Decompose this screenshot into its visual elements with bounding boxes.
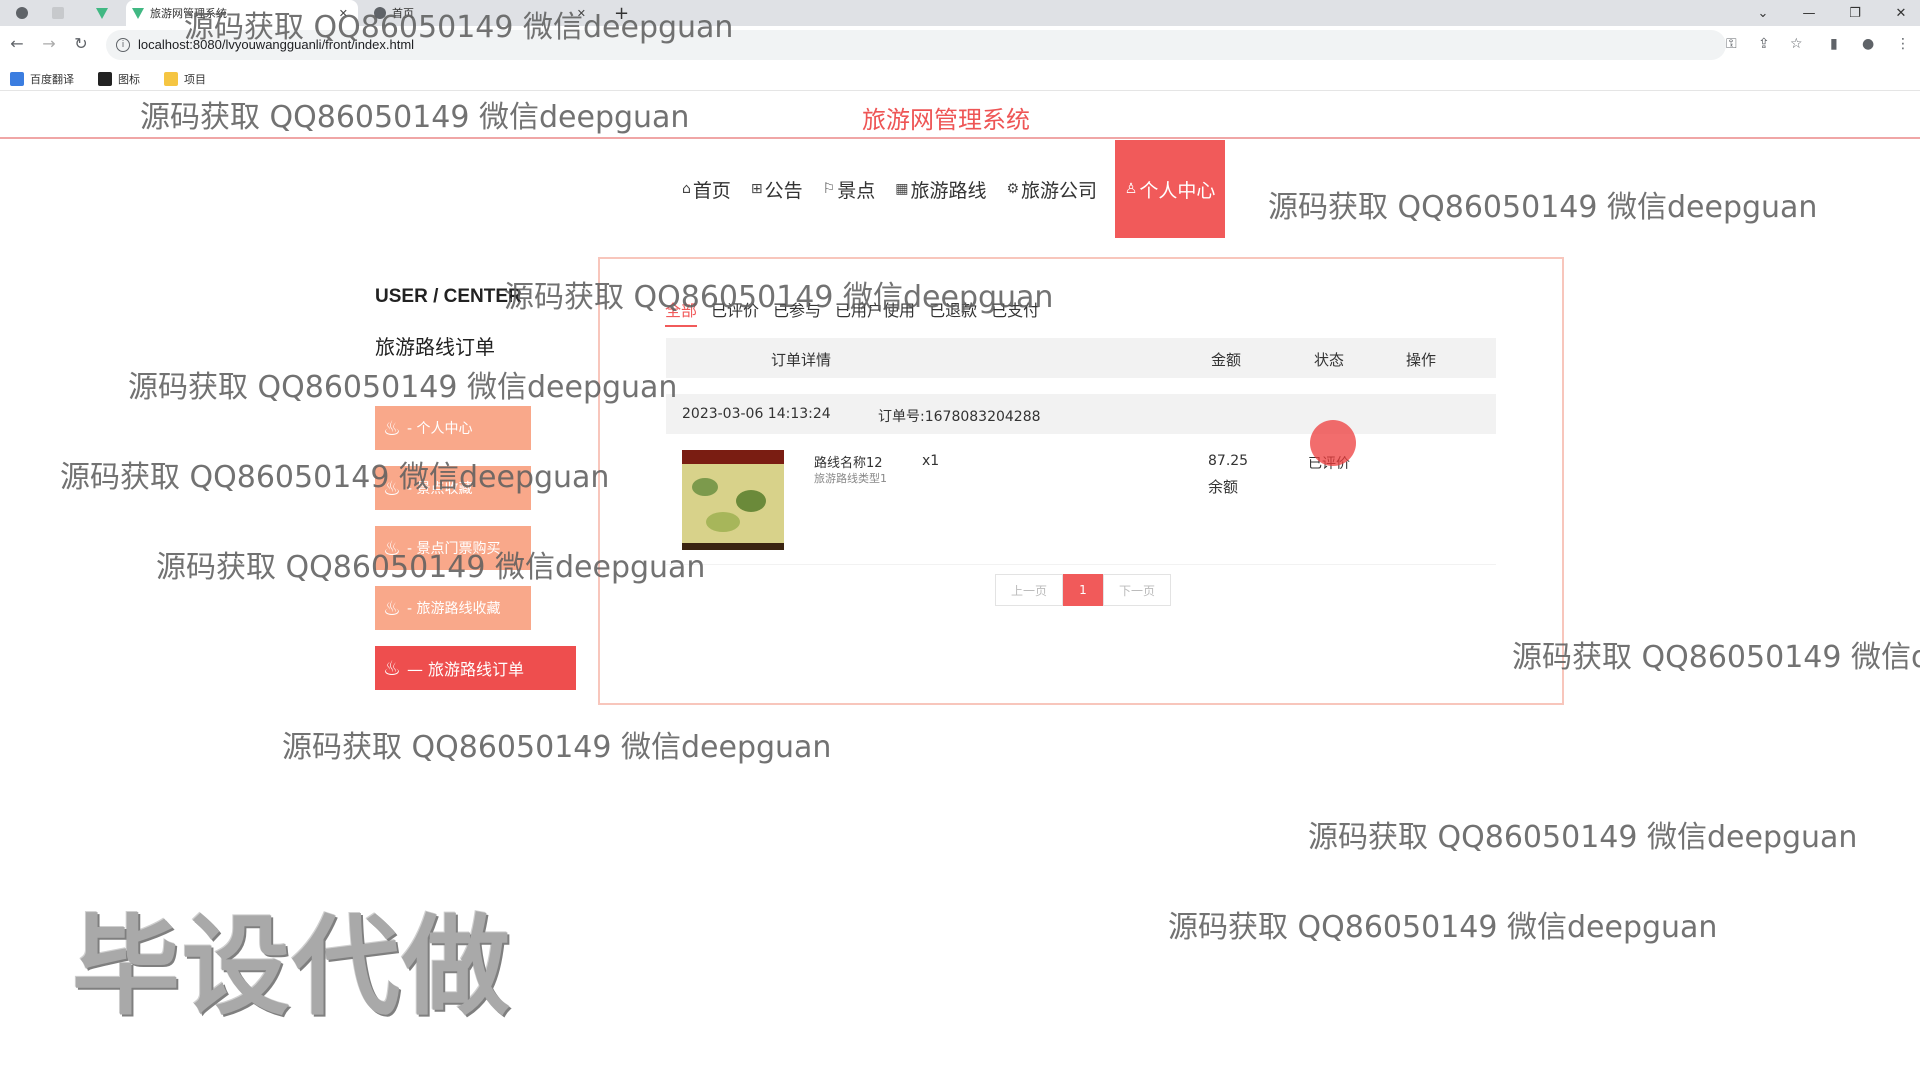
flag-icon: ⚐ xyxy=(822,181,836,197)
watermark: 源码获取 QQ86050149 微信deepguan xyxy=(156,550,706,585)
image-icon xyxy=(98,72,112,86)
route-name[interactable]: 路线名称12 xyxy=(814,452,883,471)
nav-label: 景点 xyxy=(837,179,876,202)
flame-icon: ♨ xyxy=(383,596,401,620)
route-thumbnail[interactable] xyxy=(682,450,784,550)
watermark: 源码获取 QQ86050149 微信deepguan xyxy=(128,370,678,405)
flame-icon: ♨ xyxy=(383,416,401,440)
bookmark-label: 图标 xyxy=(118,73,140,86)
gear-icon: ⚙ xyxy=(1006,181,1020,197)
nav-notice[interactable]: ⊞ 公告 xyxy=(741,140,813,238)
profile-icon[interactable]: ● xyxy=(1862,36,1874,52)
route-icon: ▦ xyxy=(895,181,909,197)
thumbnail-banner xyxy=(682,450,784,464)
main-nav: ⌂ 首页 ⊞ 公告 ⚐ 景点 ▦ 旅游路线 ⚙ 旅游公司 ♙ 个人中心 xyxy=(672,140,1226,238)
browser-icon xyxy=(16,7,28,19)
watermark: 源码获取 QQ86050149 微信deepguan xyxy=(1268,190,1818,225)
window-close-icon[interactable]: ✕ xyxy=(1878,0,1920,26)
watermark: 源码获取 QQ86050149 微信deepguan xyxy=(184,10,734,45)
nav-label: 旅游公司 xyxy=(1021,179,1098,202)
big-watermark: 毕设代做 xyxy=(72,905,513,1030)
tab-pinned-2[interactable] xyxy=(46,0,70,26)
column-action: 操作 xyxy=(1406,351,1437,369)
watermark: 源码获取 QQ86050149 微信deepguan xyxy=(1308,820,1858,855)
back-icon[interactable]: ← xyxy=(6,34,28,53)
sidebar-item-label: — 旅游路线订单 xyxy=(406,660,525,679)
bookmark-label: 项目 xyxy=(184,73,206,86)
watermark: 源码获取 QQ86050149 微信deepguan xyxy=(282,730,832,765)
order-amount: 87.25 xyxy=(1208,453,1249,469)
order-number: 订单号:1678083204288 xyxy=(878,409,1041,425)
bookmark-project[interactable]: 项目 xyxy=(164,71,206,87)
sidebar-item-profile[interactable]: ♨ - 个人中心 xyxy=(375,406,531,450)
reload-icon[interactable]: ↻ xyxy=(70,34,92,53)
page-number-button[interactable]: 1 xyxy=(1063,574,1103,606)
order-row-header: 2023-03-06 14:13:24 订单号:1678083204288 xyxy=(666,394,1496,434)
prev-page-button[interactable]: 上一页 xyxy=(995,574,1063,606)
user-center-title: USER / CENTER xyxy=(375,286,522,307)
translate-icon xyxy=(10,72,24,86)
watermark: 源码获取 QQ86050149 微信deepguan xyxy=(140,100,690,135)
column-amount: 金额 xyxy=(1211,351,1242,369)
orders-table-header: 订单详情 金额 状态 操作 xyxy=(666,338,1496,378)
minimize-icon[interactable]: — xyxy=(1786,0,1832,26)
folder-icon xyxy=(164,72,178,86)
watermark: 源码获取 QQ86050149 微信d xyxy=(1512,640,1920,675)
column-detail: 订单详情 xyxy=(771,351,832,369)
bookmark-label: 百度翻译 xyxy=(30,73,74,86)
route-type: 旅游路线类型1 xyxy=(814,472,887,485)
header-divider xyxy=(0,137,1920,139)
bookmark-icons[interactable]: 图标 xyxy=(98,71,140,87)
sidebar-item-label: - 旅游路线收藏 xyxy=(406,601,501,617)
forward-icon[interactable]: → xyxy=(38,34,60,53)
share-icon[interactable]: ⇪ xyxy=(1758,36,1770,52)
watermark: 源码获取 QQ86050149 微信deepguan xyxy=(504,280,1054,315)
vue-icon xyxy=(132,7,144,19)
nav-label: 首页 xyxy=(692,179,731,202)
nav-scenic[interactable]: ⚐ 景点 xyxy=(813,140,886,238)
nav-routes[interactable]: ▦ 旅游路线 xyxy=(885,140,996,238)
order-row: 路线名称12 旅游路线类型1 x1 87.25 余额 已评价 xyxy=(666,434,1496,565)
star-icon[interactable]: ☆ xyxy=(1790,36,1803,52)
watermark: 源码获取 QQ86050149 微信deepguan xyxy=(60,460,610,495)
payment-method: 余额 xyxy=(1208,478,1239,496)
sidebar-item-label: - 个人中心 xyxy=(406,421,473,437)
order-time: 2023-03-06 14:13:24 xyxy=(682,406,831,422)
flame-icon: ♨ xyxy=(383,656,401,680)
column-status: 状态 xyxy=(1314,351,1345,369)
restore-icon[interactable]: ❐ xyxy=(1832,0,1878,26)
nav-home[interactable]: ⌂ 首页 xyxy=(672,140,741,238)
nav-user-center[interactable]: ♙ 个人中心 xyxy=(1115,140,1226,238)
bookmark-baidu-translate[interactable]: 百度翻译 xyxy=(10,71,74,87)
next-page-button[interactable]: 下一页 xyxy=(1103,574,1171,606)
thumbnail-detail xyxy=(706,512,740,532)
notice-icon: ⊞ xyxy=(750,181,763,197)
user-center-subtitle: 旅游路线订单 xyxy=(375,335,495,359)
home-icon: ⌂ xyxy=(682,181,691,197)
sidebar-item-route-favorites[interactable]: ♨ - 旅游路线收藏 xyxy=(375,586,531,630)
more-icon[interactable]: ⋮ xyxy=(1896,36,1910,52)
thumbnail-detail xyxy=(736,490,766,512)
key-icon[interactable]: ⚿ xyxy=(1726,36,1737,52)
nav-label: 公告 xyxy=(764,179,803,202)
thumbnail-detail xyxy=(692,478,718,496)
pagination: 上一页 1 下一页 xyxy=(995,574,1171,606)
sidebar-icon[interactable]: ▮ xyxy=(1830,36,1838,52)
tab-search-icon[interactable]: ⌄ xyxy=(1740,0,1786,26)
watermark: 源码获取 QQ86050149 微信deepguan xyxy=(1168,910,1718,945)
blank-page-icon xyxy=(52,7,64,19)
nav-label: 个人中心 xyxy=(1139,179,1216,202)
nav-label: 旅游路线 xyxy=(910,179,987,202)
click-indicator xyxy=(1310,420,1356,466)
tab-pinned-vue[interactable] xyxy=(90,0,114,26)
sidebar-item-route-orders[interactable]: ♨ — 旅游路线订单 xyxy=(375,646,576,690)
site-title: 旅游网管理系统 xyxy=(862,106,1030,134)
nav-company[interactable]: ⚙ 旅游公司 xyxy=(996,140,1107,238)
tab-pinned-1[interactable] xyxy=(10,0,34,26)
order-quantity: x1 xyxy=(922,453,940,469)
vue-icon xyxy=(96,7,108,19)
user-icon: ♙ xyxy=(1124,181,1138,197)
bookmarks-bar: 百度翻译 图标 项目 xyxy=(0,66,1920,91)
info-icon[interactable]: i xyxy=(116,38,130,52)
